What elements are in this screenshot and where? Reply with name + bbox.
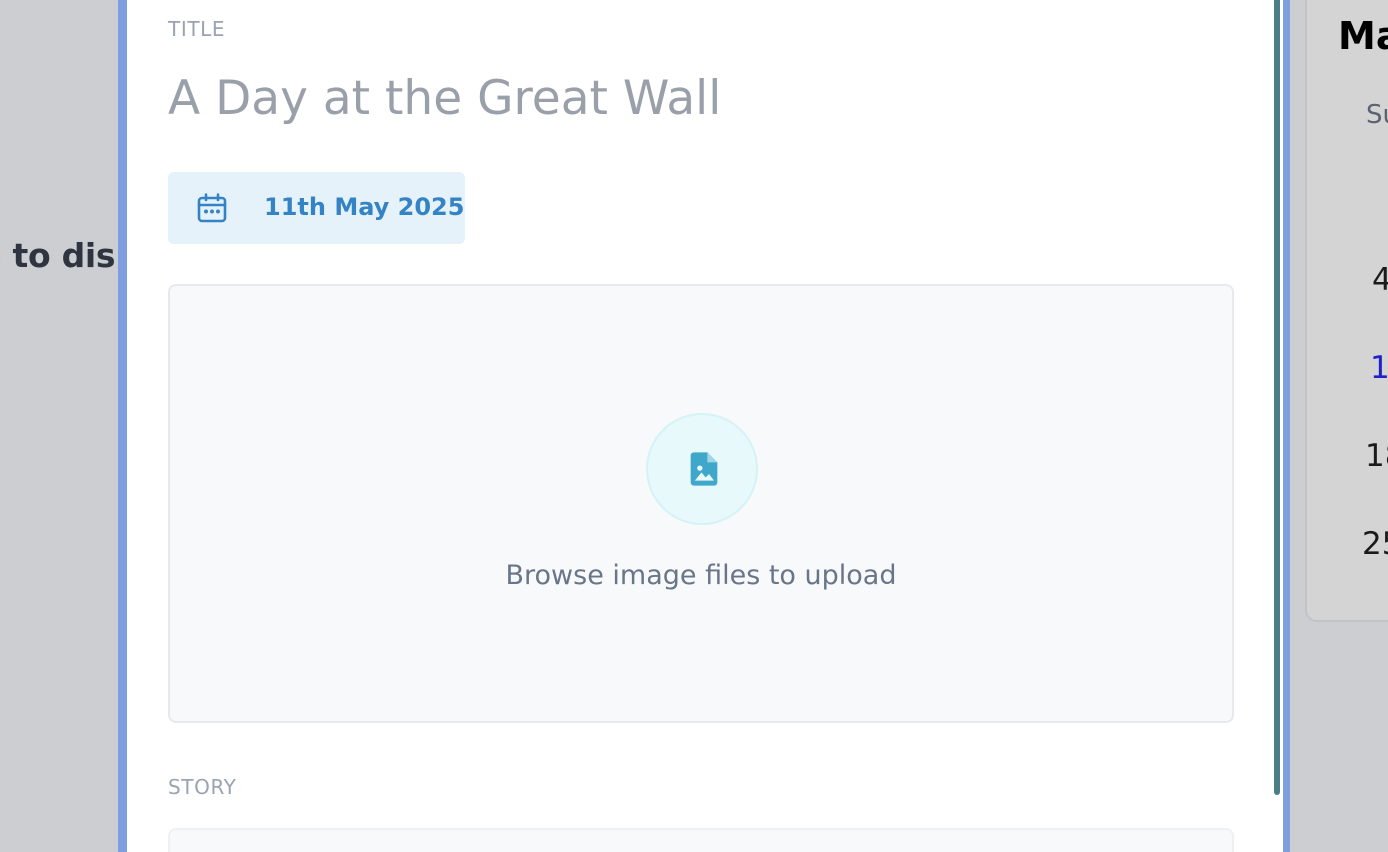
- calendar-month-title: Ma: [1338, 14, 1388, 58]
- calendar-day[interactable]: 4: [1372, 262, 1388, 298]
- upload-icon-circle: [646, 413, 758, 525]
- date-label: 11th May 2025: [264, 193, 465, 221]
- calendar-day[interactable]: 18: [1365, 438, 1388, 474]
- scrollbar-thumb[interactable]: [1274, 0, 1280, 795]
- image-upload-dropzone[interactable]: Browse image files to upload: [168, 284, 1234, 723]
- story-label: STORY: [168, 775, 237, 799]
- date-picker-button[interactable]: 11th May 2025: [168, 172, 465, 244]
- image-file-icon: [690, 452, 718, 486]
- calendar-day-selected[interactable]: 11: [1370, 350, 1388, 386]
- calendar-weekday-sunday: Su: [1366, 100, 1388, 130]
- upload-instructions: Browse image files to upload: [505, 560, 897, 591]
- title-input[interactable]: [168, 68, 1068, 128]
- calendar-day[interactable]: 25: [1362, 526, 1388, 562]
- story-textarea[interactable]: [168, 828, 1234, 852]
- title-label: TITLE: [168, 17, 226, 41]
- calendar-icon: [197, 193, 227, 223]
